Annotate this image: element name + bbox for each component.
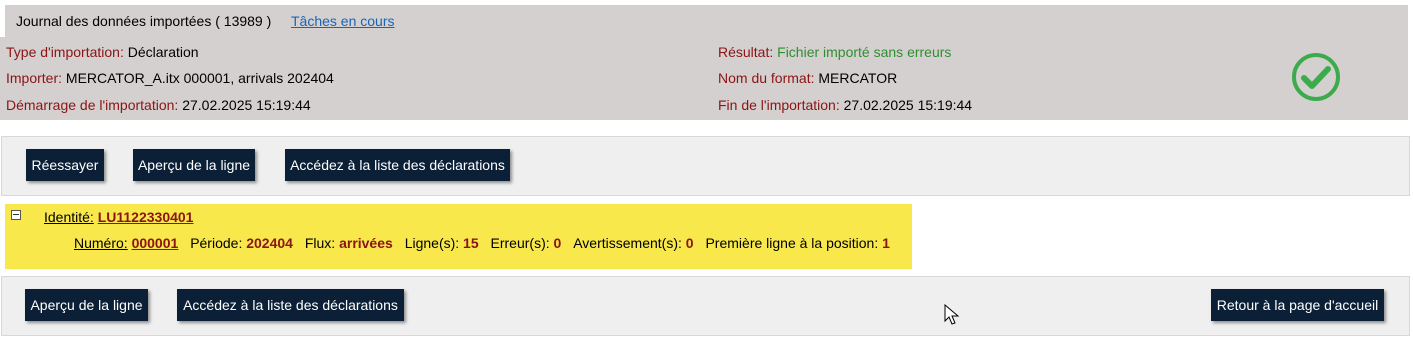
import-type-value: Déclaration <box>127 44 199 60</box>
flux-label: Flux: <box>304 235 336 251</box>
number-link[interactable]: 000001 <box>132 235 179 251</box>
import-type-field: Type d'importation: Déclaration <box>6 44 199 60</box>
importer-value: MERCATOR_A.itx 000001, arrivals 202404 <box>65 70 334 86</box>
first-line-label: Première ligne à la position: <box>705 235 879 251</box>
retry-button[interactable]: Réessayer <box>26 149 104 181</box>
declarations-list-button[interactable]: Accédez à la liste des déclarations <box>285 149 510 181</box>
number-label: Numéro: <box>74 235 128 251</box>
importer-label: Importer: <box>6 70 63 86</box>
tasks-link[interactable]: Tâches en cours <box>291 13 395 29</box>
result-field: Résultat: Fichier importé sans erreurs <box>718 44 951 60</box>
first-line-value: 1 <box>882 235 890 251</box>
identity-row: Identité: LU1122330401 <box>44 209 193 225</box>
errors-value: 0 <box>553 235 562 251</box>
warnings-value: 0 <box>685 235 694 251</box>
line-preview-button-bottom[interactable]: Aperçu de la ligne <box>25 289 148 321</box>
result-value: Fichier importé sans erreurs <box>777 44 952 60</box>
format-name-field: Nom du format: MERCATOR <box>718 70 897 86</box>
import-start-field: Démarrage de l'importation: 27.02.2025 1… <box>6 97 311 113</box>
warnings-label: Avertissement(s): <box>573 235 682 251</box>
format-name-value: MERCATOR <box>818 70 898 86</box>
errors-label: Erreur(s): <box>490 235 550 251</box>
result-label: Résultat: <box>718 44 774 60</box>
importer-field: Importer: MERCATOR_A.itx 000001, arrival… <box>6 70 334 86</box>
check-circle-icon <box>1292 53 1340 101</box>
format-name-label: Nom du format: <box>718 70 815 86</box>
import-start-value: 27.02.2025 15:19:44 <box>182 97 311 113</box>
declaration-details-row: Numéro: 000001 Période: 202404 Flux: arr… <box>74 235 890 251</box>
import-end-value: 27.02.2025 15:19:44 <box>843 97 973 113</box>
collapse-minus-icon[interactable] <box>11 210 21 220</box>
identity-label: Identité: <box>44 209 94 225</box>
lines-label: Ligne(s): <box>404 235 460 251</box>
page-title: Journal des données importées ( 13989 ) <box>16 13 272 29</box>
import-start-label: Démarrage de l'importation: <box>6 97 179 113</box>
identity-link[interactable]: LU1122330401 <box>98 209 194 225</box>
home-page-button[interactable]: Retour à la page d'accueil <box>1211 289 1384 321</box>
import-end-field: Fin de l'importation: 27.02.2025 15:19:4… <box>718 97 972 113</box>
mouse-pointer-icon <box>944 304 960 325</box>
import-type-label: Type d'importation: <box>6 44 124 60</box>
import-end-label: Fin de l'importation: <box>718 97 840 113</box>
lines-value: 15 <box>463 235 479 251</box>
period-value: 202404 <box>246 235 293 251</box>
declarations-list-button-bottom[interactable]: Accédez à la liste des déclarations <box>177 289 404 321</box>
period-label: Période: <box>190 235 243 251</box>
flux-value: arrivées <box>339 235 393 251</box>
line-preview-button[interactable]: Aperçu de la ligne <box>133 149 255 181</box>
